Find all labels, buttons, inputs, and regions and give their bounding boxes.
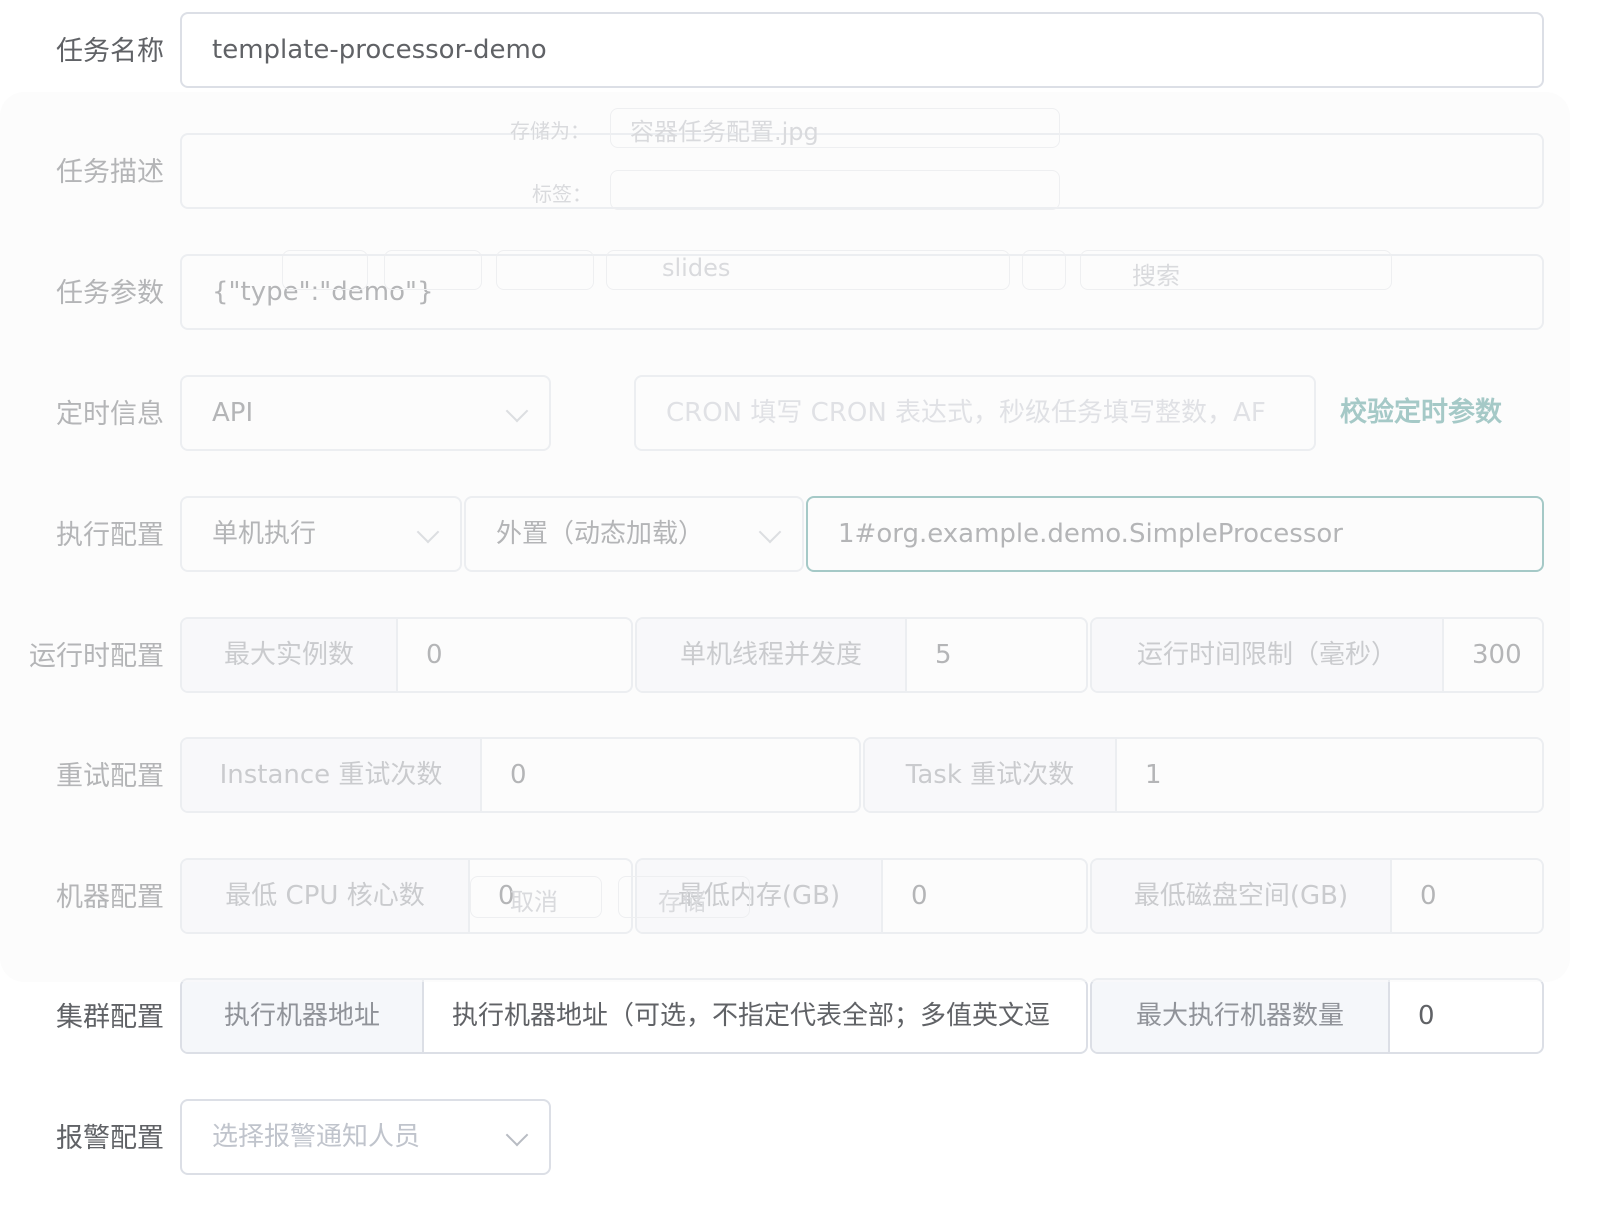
row-execute: 执行配置 单机执行 外置（动态加载） 1#org.example.demo.Si… [0, 496, 1616, 576]
chevron-down-icon [505, 399, 529, 423]
time-limit-addon: 运行时间限制（毫秒） [1092, 619, 1444, 691]
max-instances-group: 最大实例数 0 [180, 617, 633, 693]
task-desc-input[interactable] [180, 133, 1544, 209]
cluster-label: 集群配置 [56, 1002, 164, 1033]
task-retry-group: Task 重试次数 1 [863, 737, 1544, 813]
validate-schedule-link[interactable]: 校验定时参数 [1340, 375, 1502, 451]
instance-retry-group: Instance 重试次数 0 [180, 737, 861, 813]
row-alarm: 报警配置 选择报警通知人员 [0, 1099, 1616, 1179]
task-params-label: 任务参数 [56, 278, 164, 309]
concurrency-group: 单机线程并发度 5 [635, 617, 1088, 693]
max-instances-input[interactable]: 0 [398, 619, 631, 691]
min-memory-addon: 最低内存(GB) [637, 860, 883, 932]
min-memory-group: 最低内存(GB) 0 [635, 858, 1088, 934]
alarm-receivers-placeholder: 选择报警通知人员 [212, 1122, 421, 1152]
min-memory-input[interactable]: 0 [883, 860, 1086, 932]
concurrency-input[interactable]: 5 [907, 619, 1086, 691]
schedule-type-select[interactable]: API [180, 375, 551, 451]
min-disk-group: 最低磁盘空间(GB) 0 [1090, 858, 1544, 934]
row-machine: 机器配置 最低 CPU 核心数 0 最低内存(GB) 0 最低磁盘空间(GB) … [0, 858, 1616, 938]
alarm-label: 报警配置 [56, 1123, 164, 1154]
cron-input[interactable]: CRON 填写 CRON 表达式，秒级任务填写整数，AF [634, 375, 1316, 451]
execute-mode-select[interactable]: 单机执行 [180, 496, 462, 572]
time-limit-input[interactable]: 300 [1444, 619, 1542, 691]
instance-retry-input[interactable]: 0 [482, 739, 859, 811]
task-desc-label: 任务描述 [56, 157, 164, 188]
retry-label: 重试配置 [56, 761, 164, 792]
max-workers-group: 最大执行机器数量 0 [1090, 978, 1544, 1054]
min-cpu-group: 最低 CPU 核心数 0 [180, 858, 633, 934]
max-workers-input[interactable]: 0 [1390, 980, 1542, 1052]
max-workers-addon: 最大执行机器数量 [1092, 980, 1390, 1052]
processor-info-input[interactable]: 1#org.example.demo.SimpleProcessor [806, 496, 1544, 572]
task-name-label: 任务名称 [56, 36, 164, 67]
alarm-receivers-select[interactable]: 选择报警通知人员 [180, 1099, 551, 1175]
row-schedule: 定时信息 API CRON 填写 CRON 表达式，秒级任务填写整数，AF 校验… [0, 375, 1616, 455]
address-group: 执行机器地址 执行机器地址（可选，不指定代表全部；多值英文逗 [180, 978, 1088, 1054]
address-input[interactable]: 执行机器地址（可选，不指定代表全部；多值英文逗 [424, 980, 1086, 1052]
row-task-name: 任务名称 template-processor-demo [0, 12, 1616, 92]
address-addon: 执行机器地址 [182, 980, 424, 1052]
row-task-params: 任务参数 {"type":"demo"} [0, 254, 1616, 334]
schedule-label: 定时信息 [56, 399, 164, 430]
concurrency-addon: 单机线程并发度 [637, 619, 907, 691]
min-cpu-input[interactable]: 0 [470, 860, 631, 932]
max-instances-addon: 最大实例数 [182, 619, 398, 691]
row-runtime: 运行时配置 最大实例数 0 单机线程并发度 5 运行时间限制（毫秒） 300 [0, 617, 1616, 697]
row-task-desc: 任务描述 [0, 133, 1616, 213]
min-disk-addon: 最低磁盘空间(GB) [1092, 860, 1392, 932]
processor-type-value: 外置（动态加载） [496, 519, 705, 549]
machine-label: 机器配置 [56, 882, 164, 913]
chevron-down-icon [758, 520, 782, 544]
min-cpu-addon: 最低 CPU 核心数 [182, 860, 470, 932]
instance-retry-addon: Instance 重试次数 [182, 739, 482, 811]
time-limit-group: 运行时间限制（毫秒） 300 [1090, 617, 1544, 693]
execute-mode-value: 单机执行 [212, 519, 317, 549]
chevron-down-icon [505, 1123, 529, 1147]
processor-type-select[interactable]: 外置（动态加载） [464, 496, 804, 572]
task-retry-input[interactable]: 1 [1117, 739, 1542, 811]
task-name-input[interactable]: template-processor-demo [180, 12, 1544, 88]
runtime-label: 运行时配置 [29, 641, 164, 672]
task-retry-addon: Task 重试次数 [865, 739, 1117, 811]
min-disk-input[interactable]: 0 [1392, 860, 1542, 932]
schedule-type-value: API [212, 398, 254, 428]
chevron-down-icon [416, 520, 440, 544]
row-retry: 重试配置 Instance 重试次数 0 Task 重试次数 1 [0, 737, 1616, 817]
row-cluster: 集群配置 执行机器地址 执行机器地址（可选，不指定代表全部；多值英文逗 最大执行… [0, 978, 1616, 1058]
task-params-input[interactable]: {"type":"demo"} [180, 254, 1544, 330]
execute-label: 执行配置 [56, 520, 164, 551]
